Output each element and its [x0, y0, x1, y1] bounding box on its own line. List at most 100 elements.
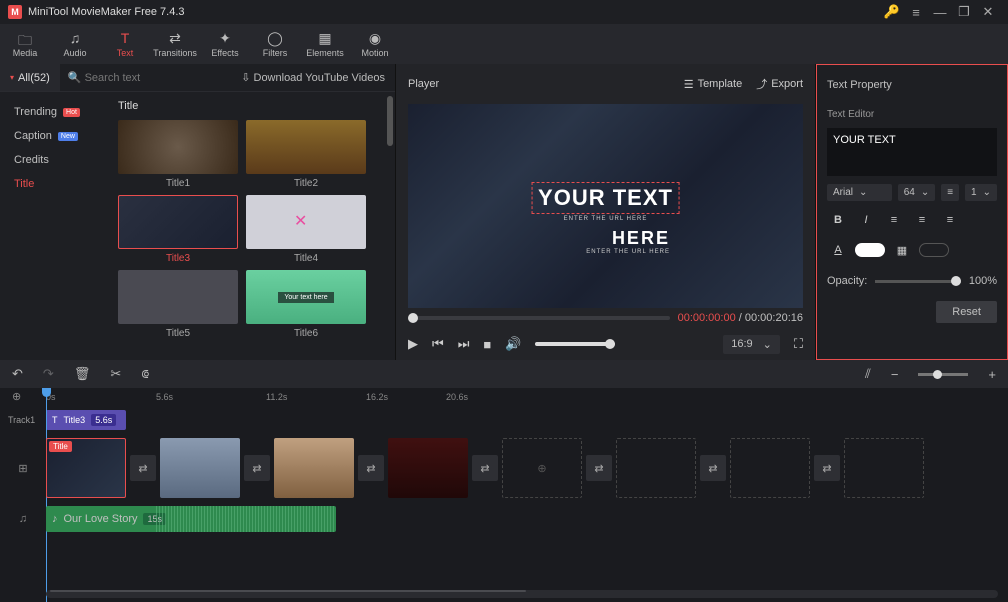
- sidebar-item-caption[interactable]: CaptionNew: [0, 124, 110, 148]
- key-icon[interactable]: 🔑: [880, 4, 904, 20]
- transition-5[interactable]: ⇄: [586, 455, 612, 481]
- size-select[interactable]: 64⌄: [898, 184, 936, 201]
- fullscreen-button[interactable]: ⛶: [794, 336, 803, 352]
- crop-button[interactable]: ⟃: [141, 366, 149, 382]
- undo-button[interactable]: ↶: [12, 366, 23, 382]
- cut-button[interactable]: ✂: [110, 366, 121, 382]
- opacity-slider[interactable]: [875, 280, 961, 283]
- play-button[interactable]: ▶: [408, 336, 418, 352]
- align-center-button[interactable]: ≡: [911, 209, 933, 231]
- font-select[interactable]: Arial⌄: [827, 184, 892, 201]
- chevron-down-icon: ⌄: [921, 187, 929, 198]
- video-clip-4[interactable]: [388, 438, 468, 498]
- drop-zone-2[interactable]: [616, 438, 696, 498]
- video-clip-1[interactable]: Title: [46, 438, 126, 498]
- spacing-select[interactable]: 1⌄: [965, 184, 997, 201]
- tab-transitions[interactable]: ⇄Transitions: [150, 24, 200, 64]
- drop-zone-3[interactable]: [730, 438, 810, 498]
- titlebar: M MiniTool MovieMaker Free 7.4.3 🔑 ≡ — ❐…: [0, 0, 1008, 24]
- all-filter-button[interactable]: ▾All(52): [0, 64, 60, 91]
- video-clip-2[interactable]: [160, 438, 240, 498]
- transition-6[interactable]: ⇄: [700, 455, 726, 481]
- audio-clip[interactable]: ♪ Our Love Story 15s: [46, 506, 336, 532]
- title-thumb-5[interactable]: Title5: [118, 270, 238, 339]
- export-button[interactable]: ⤴Export: [756, 76, 803, 92]
- title-clip[interactable]: T Title3 5.6s: [46, 410, 126, 430]
- download-youtube-button[interactable]: ⇩ Download YouTube Videos: [231, 71, 395, 84]
- tab-audio[interactable]: ♫Audio: [50, 24, 100, 64]
- transitions-icon: ⇄: [169, 30, 181, 46]
- bold-button[interactable]: B: [827, 209, 849, 231]
- timeline-scrollbar[interactable]: [46, 590, 998, 598]
- drop-zone-1[interactable]: ⊕: [502, 438, 582, 498]
- volume-slider[interactable]: [535, 342, 615, 346]
- italic-button[interactable]: I: [855, 209, 877, 231]
- sidebar-item-trending[interactable]: TrendingHot: [0, 100, 110, 124]
- text-icon: T: [121, 30, 130, 46]
- transition-1[interactable]: ⇄: [130, 455, 156, 481]
- zoom-slider[interactable]: [918, 373, 968, 376]
- menu-icon[interactable]: ≡: [904, 5, 928, 20]
- tab-filters[interactable]: ◯Filters: [250, 24, 300, 64]
- search-input[interactable]: 🔍 Search text: [60, 71, 231, 84]
- zoom-out-button[interactable]: −: [891, 367, 899, 382]
- delete-button[interactable]: 🗑: [74, 366, 91, 382]
- tab-motion[interactable]: ◉Motion: [350, 24, 400, 64]
- split-view-icon[interactable]: ⫽: [865, 366, 871, 382]
- transition-3[interactable]: ⇄: [358, 455, 384, 481]
- volume-icon[interactable]: 🔊: [505, 336, 521, 352]
- app-logo: M: [8, 5, 22, 19]
- tab-media[interactable]: 🗀Media: [0, 24, 50, 64]
- title-thumb-4[interactable]: ✕Title4: [246, 195, 366, 264]
- text-clip-icon: T: [52, 415, 58, 425]
- section-title: Title: [118, 100, 387, 112]
- title-thumb-1[interactable]: Title1: [118, 120, 238, 189]
- aspect-ratio-select[interactable]: 16:9⌄: [723, 335, 780, 354]
- motion-icon: ◉: [369, 30, 381, 46]
- add-track-button[interactable]: ⊕: [12, 390, 21, 403]
- opacity-value: 100%: [969, 275, 997, 287]
- align-left-button[interactable]: ≡: [883, 209, 905, 231]
- title-thumb-3[interactable]: Title3: [118, 195, 238, 264]
- color-swatch-none[interactable]: [919, 243, 949, 257]
- time-ruler[interactable]: 0s 5.6s 11.2s 16.2s 20.6s: [46, 388, 1008, 408]
- preview-canvas[interactable]: YOUR TEXT ENTER THE URL HERE HERE ENTER …: [408, 104, 803, 308]
- close-icon[interactable]: ✕: [976, 4, 1000, 20]
- highlight-button[interactable]: ▦: [891, 239, 913, 261]
- sidebar-item-title[interactable]: Title: [0, 172, 110, 196]
- title-thumb-6[interactable]: Your text hereTitle6: [246, 270, 366, 339]
- preview-main-text[interactable]: YOUR TEXT: [531, 182, 680, 214]
- tab-elements[interactable]: ▦Elements: [300, 24, 350, 64]
- title-thumb-2[interactable]: Title2: [246, 120, 366, 189]
- category-sidebar: TrendingHot CaptionNew Credits Title: [0, 92, 110, 360]
- stop-button[interactable]: ■: [483, 337, 491, 352]
- main-toolbar: 🗀Media ♫Audio TText ⇄Transitions ✦Effect…: [0, 24, 1008, 64]
- seek-bar[interactable]: [408, 316, 670, 320]
- maximize-icon[interactable]: ❐: [952, 4, 976, 20]
- zoom-in-button[interactable]: +: [988, 367, 996, 382]
- sidebar-item-credits[interactable]: Credits: [0, 148, 110, 172]
- line-height-button[interactable]: ≡: [941, 184, 959, 201]
- transition-7[interactable]: ⇄: [814, 455, 840, 481]
- video-track: ⊞ Title ⇄ ⇄ ⇄ ⇄ ⊕ ⇄ ⇄ ⇄: [0, 432, 1008, 504]
- align-right-button[interactable]: ≡: [939, 209, 961, 231]
- video-clip-3[interactable]: [274, 438, 354, 498]
- template-button[interactable]: ☰Template: [684, 78, 743, 91]
- redo-button[interactable]: ↷: [43, 366, 54, 382]
- tab-text[interactable]: TText: [100, 24, 150, 64]
- audio-clip-icon: ♪: [52, 513, 58, 525]
- library-scrollbar[interactable]: [387, 96, 393, 146]
- next-button[interactable]: ⏭: [458, 336, 470, 352]
- color-swatch-white[interactable]: [855, 243, 885, 257]
- time-display: 00:00:00:00 / 00:00:20:16: [678, 312, 803, 324]
- minimize-icon[interactable]: —: [928, 5, 952, 20]
- transition-4[interactable]: ⇄: [472, 455, 498, 481]
- prev-button[interactable]: ⏮: [432, 336, 444, 352]
- text-input[interactable]: [827, 128, 997, 176]
- tab-effects[interactable]: ✦Effects: [200, 24, 250, 64]
- drop-icon: ⊕: [537, 462, 546, 475]
- transition-2[interactable]: ⇄: [244, 455, 270, 481]
- text-color-button[interactable]: A: [827, 239, 849, 261]
- drop-zone-4[interactable]: [844, 438, 924, 498]
- reset-button[interactable]: Reset: [936, 301, 997, 323]
